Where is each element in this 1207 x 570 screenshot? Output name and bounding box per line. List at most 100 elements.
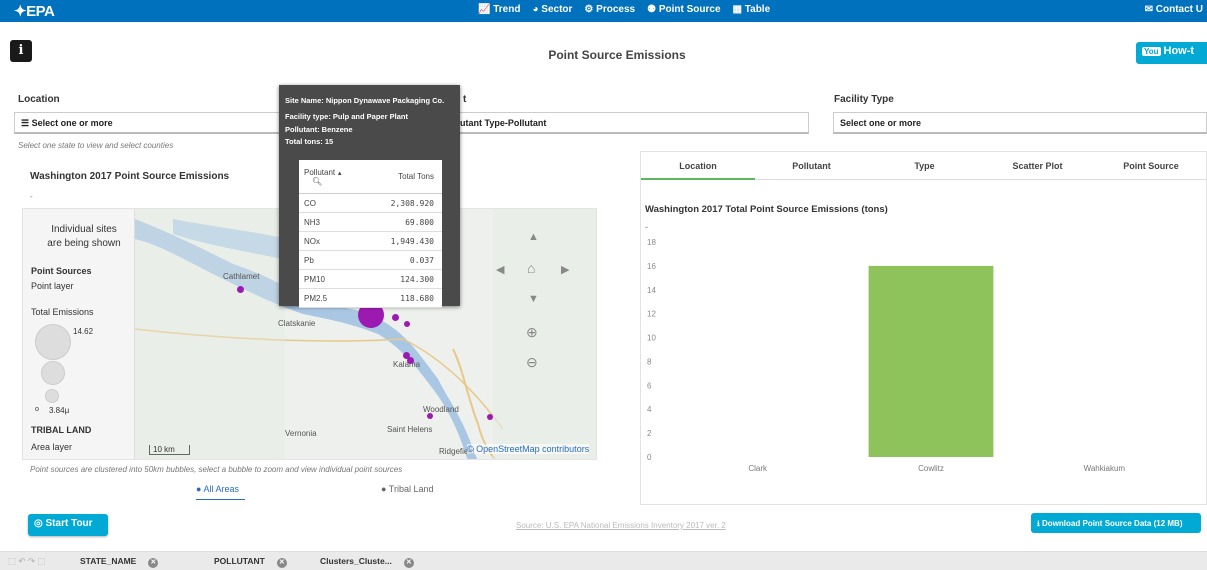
selection-tools-icon[interactable]: ⬚ ↶ ↷ ⬚ [8, 556, 45, 567]
x-tick-label: Cowlitz [918, 464, 944, 473]
table-row: PM2.5 118.680 [299, 289, 442, 308]
top-nav-bar: ✦EPA 📈 Trend ◕ Sector ⚙ Process ⚉ Point … [0, 0, 1207, 22]
nav-table[interactable]: ▦ Table [733, 4, 771, 15]
legend-circle-small [45, 389, 59, 403]
nav-sector[interactable]: ◕ Sector [532, 4, 572, 15]
legend-point-sources: Point Sources [31, 266, 92, 276]
y-tick-label: 0 [647, 453, 652, 462]
table-row: NOx 1,949.430 [299, 232, 442, 251]
download-button[interactable]: ⭳ Download Point Source Data (12 MB) [1031, 513, 1201, 533]
sector-icon: ◕ [532, 4, 539, 15]
osm-attribution[interactable]: © OpenStreetMap contributors [467, 444, 590, 454]
y-tick-label: 4 [647, 405, 652, 414]
tab-pollutant[interactable]: Pollutant [755, 152, 868, 180]
tab-type[interactable]: Type [868, 152, 981, 180]
tooltip-site-name: Site Name: Nippon Dynawave Packaging Co. [285, 96, 445, 105]
pan-right-icon[interactable]: ▶ [561, 263, 569, 276]
legend-circle-medium [41, 361, 65, 385]
nav-point-source[interactable]: ⚉ Point Source [647, 4, 720, 15]
table-row: CO 2,308.920 [299, 194, 442, 213]
source-link[interactable]: Source: U.S. EPA National Emissions Inve… [516, 521, 726, 530]
bar-chart: 0 2 4 6 8 10 12 14 16 18 Clark Cowlitz Wahkiakum [647, 238, 1125, 473]
map-section-title: Washington 2017 Point Source Emissions [30, 171, 230, 182]
map-footnote: Point sources are clustered into 50km bu… [30, 465, 403, 474]
y-tick-label: 6 [647, 381, 652, 390]
clear-selection-icon[interactable]: ✕ [276, 558, 287, 568]
facility-type-select[interactable]: Select one or more [833, 112, 1207, 134]
search-icon: 🔍︎ [312, 176, 323, 186]
y-tick-label: 18 [647, 238, 656, 247]
tab-all-areas[interactable]: ● All Areas [196, 484, 245, 500]
emission-bubble[interactable] [427, 413, 433, 419]
bar-cowlitz[interactable] [868, 265, 994, 457]
tab-scatter-plot[interactable]: Scatter Plot [981, 152, 1094, 180]
legend-tribal-land: TRIBAL LAND [31, 425, 92, 435]
nav-process[interactable]: ⚙ Process [584, 4, 635, 15]
emission-bubble[interactable] [407, 357, 414, 364]
y-tick-label: 16 [647, 262, 656, 271]
trend-icon: 📈 [478, 4, 491, 15]
youtube-icon: You [1142, 47, 1161, 56]
chart-subtitle: - [645, 222, 648, 232]
chart-tabs: Location Pollutant Type Scatter Plot Poi… [641, 152, 1207, 180]
how-to-button[interactable]: You How-t [1136, 42, 1207, 64]
map-pin-icon: ⚉ [647, 4, 657, 15]
pan-down-icon[interactable]: ▼ [528, 293, 539, 305]
legend-point-layer: Point layer [31, 281, 74, 291]
contact-link[interactable]: ✉ Contact U [1145, 4, 1203, 15]
emission-bubble[interactable] [487, 414, 493, 420]
selection-chip-clusters[interactable]: Clusters_Cluste... ✕ [320, 556, 414, 568]
y-tick-label: 2 [647, 429, 652, 438]
tab-location[interactable]: Location [641, 152, 755, 180]
epa-logo[interactable]: ✦EPA [14, 2, 55, 20]
map-scale: 10 km [149, 445, 190, 455]
legend-area-layer: Area layer [31, 442, 73, 452]
start-tour-button[interactable]: ◎ Start Tour [28, 514, 108, 536]
pan-left-icon[interactable]: ◀ [496, 263, 504, 276]
location-hint: Select one state to view and select coun… [18, 141, 174, 150]
envelope-icon: ✉ [1144, 4, 1153, 15]
tooltip-table: Pollutant ▲ 🔍︎ Total Tons CO 2,308.920 NH… [299, 160, 442, 308]
emission-bubble[interactable] [237, 286, 244, 293]
pollutant-select[interactable]: utant Type-Pollutant [455, 112, 809, 134]
place-label: Saint Helens [387, 425, 433, 434]
zoom-in-icon[interactable]: ⊕ [526, 324, 538, 341]
y-tick-label: 10 [647, 334, 656, 343]
selection-bar: ⬚ ↶ ↷ ⬚ STATE_NAME ✕ POLLUTANT ✕ Clusters_… [0, 551, 1207, 570]
pollutant-label: t [463, 94, 467, 105]
table-row: Pb 0.037 [299, 251, 442, 270]
col-total-tons[interactable]: Total Tons [363, 172, 442, 181]
globe-icon: ● [381, 484, 389, 494]
tooltip-total-tons: Total tons: 15 [285, 137, 334, 146]
nav-trend[interactable]: 📈 Trend [478, 4, 520, 15]
chart-panel: Location Pollutant Type Scatter Plot Poi… [640, 151, 1207, 505]
site-tooltip: Site Name: Nippon Dynawave Packaging Co.… [279, 85, 460, 308]
y-tick-label: 14 [647, 286, 656, 295]
selection-chip-pollutant[interactable]: POLLUTANT ✕ [214, 556, 287, 568]
legend-max-value: 14.62 [73, 327, 94, 336]
facility-type-label: Facility Type [834, 94, 894, 105]
location-select[interactable]: ☰ Select one or more [14, 112, 284, 134]
place-label: Cathlamet [223, 272, 260, 281]
legend-min-marker: o [35, 406, 39, 413]
tab-tribal-land[interactable]: ● Tribal Land [381, 484, 433, 494]
zoom-out-icon[interactable]: ⊖ [526, 354, 538, 371]
emission-bubble[interactable] [392, 314, 399, 321]
clear-selection-icon[interactable]: ✕ [403, 558, 414, 568]
chart-title: Washington 2017 Total Point Source Emiss… [645, 204, 888, 215]
clear-selection-icon[interactable]: ✕ [148, 558, 159, 568]
place-label: Clatskanie [278, 319, 316, 328]
selection-chip-state[interactable]: STATE_NAME ✕ [80, 556, 159, 568]
compass-icon: ◎ [34, 518, 46, 529]
home-icon[interactable]: ⌂ [527, 260, 535, 276]
x-tick-label: Clark [748, 464, 768, 473]
emission-bubble[interactable] [404, 321, 410, 327]
y-tick-label: 12 [647, 310, 656, 319]
col-pollutant[interactable]: Pollutant ▲ 🔍︎ [299, 168, 363, 186]
table-header: Pollutant ▲ 🔍︎ Total Tons [299, 160, 442, 194]
map-legend: Individual sites are being shown Point So… [23, 209, 135, 459]
pan-up-icon[interactable]: ▲ [528, 231, 539, 243]
tooltip-facility-type: Facility type: Pulp and Paper Plant [285, 112, 408, 121]
table-row: NH3 69.800 [299, 213, 442, 232]
tab-point-source[interactable]: Point Source [1094, 152, 1207, 180]
